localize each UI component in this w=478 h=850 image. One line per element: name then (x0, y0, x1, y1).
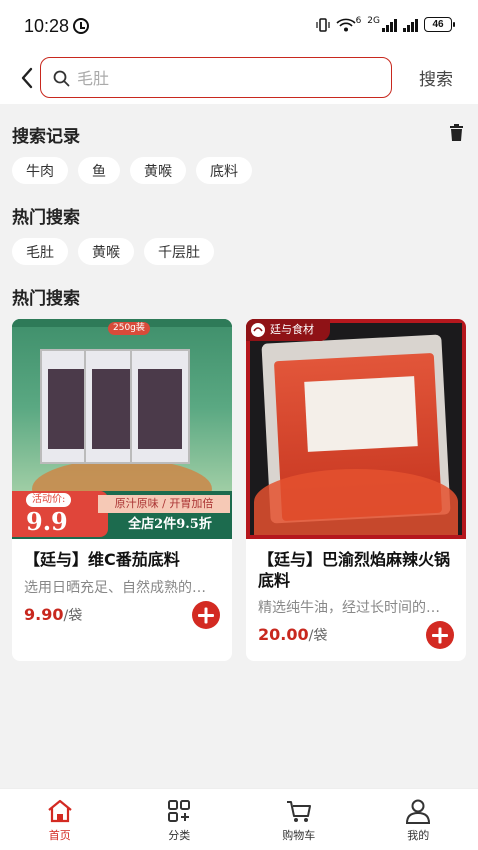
product-image: 廷与食材 (246, 319, 466, 539)
tab-label: 购物车 (282, 829, 316, 842)
cart-icon (286, 801, 311, 822)
status-bar: 10:28 6 2G 46 (0, 0, 478, 52)
tab-label: 分类 (168, 829, 191, 842)
price-unit: /袋 (63, 608, 83, 624)
back-arrow-icon[interactable] (18, 66, 40, 90)
product-price: 20.00/袋 (258, 625, 327, 645)
history-chip[interactable]: 鱼 (78, 157, 120, 184)
trash-icon[interactable] (449, 124, 464, 141)
price-value: 20.00 (258, 625, 309, 644)
tab-profile[interactable]: 我的 (359, 789, 478, 850)
price-value: 9.90 (24, 605, 64, 624)
tab-home[interactable]: 首页 (0, 789, 120, 850)
product-image: 250g装 活动价: 9.9 原汁原味 / 开胃加倍 全店2件9.5折 (12, 319, 232, 539)
products-title: 热门搜索 (12, 289, 80, 309)
promo-label: 活动价: (26, 493, 72, 507)
hot-chip[interactable]: 黄喉 (78, 238, 134, 265)
product-card[interactable]: 250g装 活动价: 9.9 原汁原味 / 开胃加倍 全店2件9.5折 【廷与】… (12, 319, 232, 661)
battery-icon: 46 (424, 17, 455, 32)
product-name: 【廷与】巴渝烈焰麻辣火锅底料 (258, 550, 451, 590)
history-title: 搜索记录 (12, 127, 80, 147)
hot-chip[interactable]: 千层肚 (144, 238, 214, 265)
hot-list: 毛肚 黄喉 千层肚 (12, 238, 214, 265)
wifi-icon (336, 18, 356, 31)
search-button[interactable]: 搜索 (408, 63, 464, 91)
search-icon (53, 70, 70, 87)
promo-slogan: 原汁原味 / 开胃加倍 (98, 495, 230, 513)
product-desc: 选用日晒充足、自然成熟的… (24, 580, 206, 596)
promo-price: 9.9 (26, 507, 68, 536)
tab-label: 我的 (407, 829, 430, 842)
vibrate-icon (315, 17, 330, 32)
cell-signal-icon (382, 18, 397, 32)
brand-logo-icon (251, 323, 265, 337)
product-desc: 精选纯牛油，经过长时间的… (258, 600, 440, 616)
history-chip[interactable]: 底料 (196, 157, 252, 184)
product-price: 9.90/袋 (24, 605, 82, 625)
cell-signal-icon-2 (403, 18, 418, 32)
tab-label: 首页 (48, 829, 71, 842)
promo-discount: 全店2件9.5折 (128, 517, 212, 532)
home-icon (48, 799, 72, 823)
signal-label-2: 2G (367, 15, 380, 26)
add-to-cart-button[interactable] (426, 621, 454, 649)
search-input[interactable] (77, 66, 377, 90)
search-box[interactable] (40, 57, 392, 98)
history-list: 牛肉 鱼 黄喉 底料 (12, 157, 252, 184)
weight-tag: 250g装 (108, 322, 150, 335)
status-time: 10:28 (24, 16, 70, 36)
history-chip[interactable]: 黄喉 (130, 157, 186, 184)
user-icon (406, 799, 431, 824)
price-unit: /袋 (308, 628, 328, 644)
tab-cart[interactable]: 购物车 (239, 789, 359, 850)
product-name: 【廷与】维C番茄底料 (24, 550, 180, 569)
alarm-icon (73, 18, 89, 34)
hot-chip[interactable]: 毛肚 (12, 238, 68, 265)
signal-label-1: 6 (355, 15, 362, 26)
product-card[interactable]: 廷与食材 【廷与】巴渝烈焰麻辣火锅底料 精选纯牛油，经过长时间的… 20.00/… (246, 319, 466, 661)
brand-text: 廷与食材 (270, 323, 314, 336)
add-to-cart-button[interactable] (192, 601, 220, 629)
category-icon (168, 800, 191, 822)
bottom-tab-bar: 首页 分类 购物车 我的 (0, 788, 478, 850)
history-chip[interactable]: 牛肉 (12, 157, 68, 184)
hot-title: 热门搜索 (12, 208, 80, 228)
status-icons: 6 2G 46 (315, 15, 455, 32)
tab-category[interactable]: 分类 (120, 789, 240, 850)
search-header: 搜索 (0, 52, 478, 104)
